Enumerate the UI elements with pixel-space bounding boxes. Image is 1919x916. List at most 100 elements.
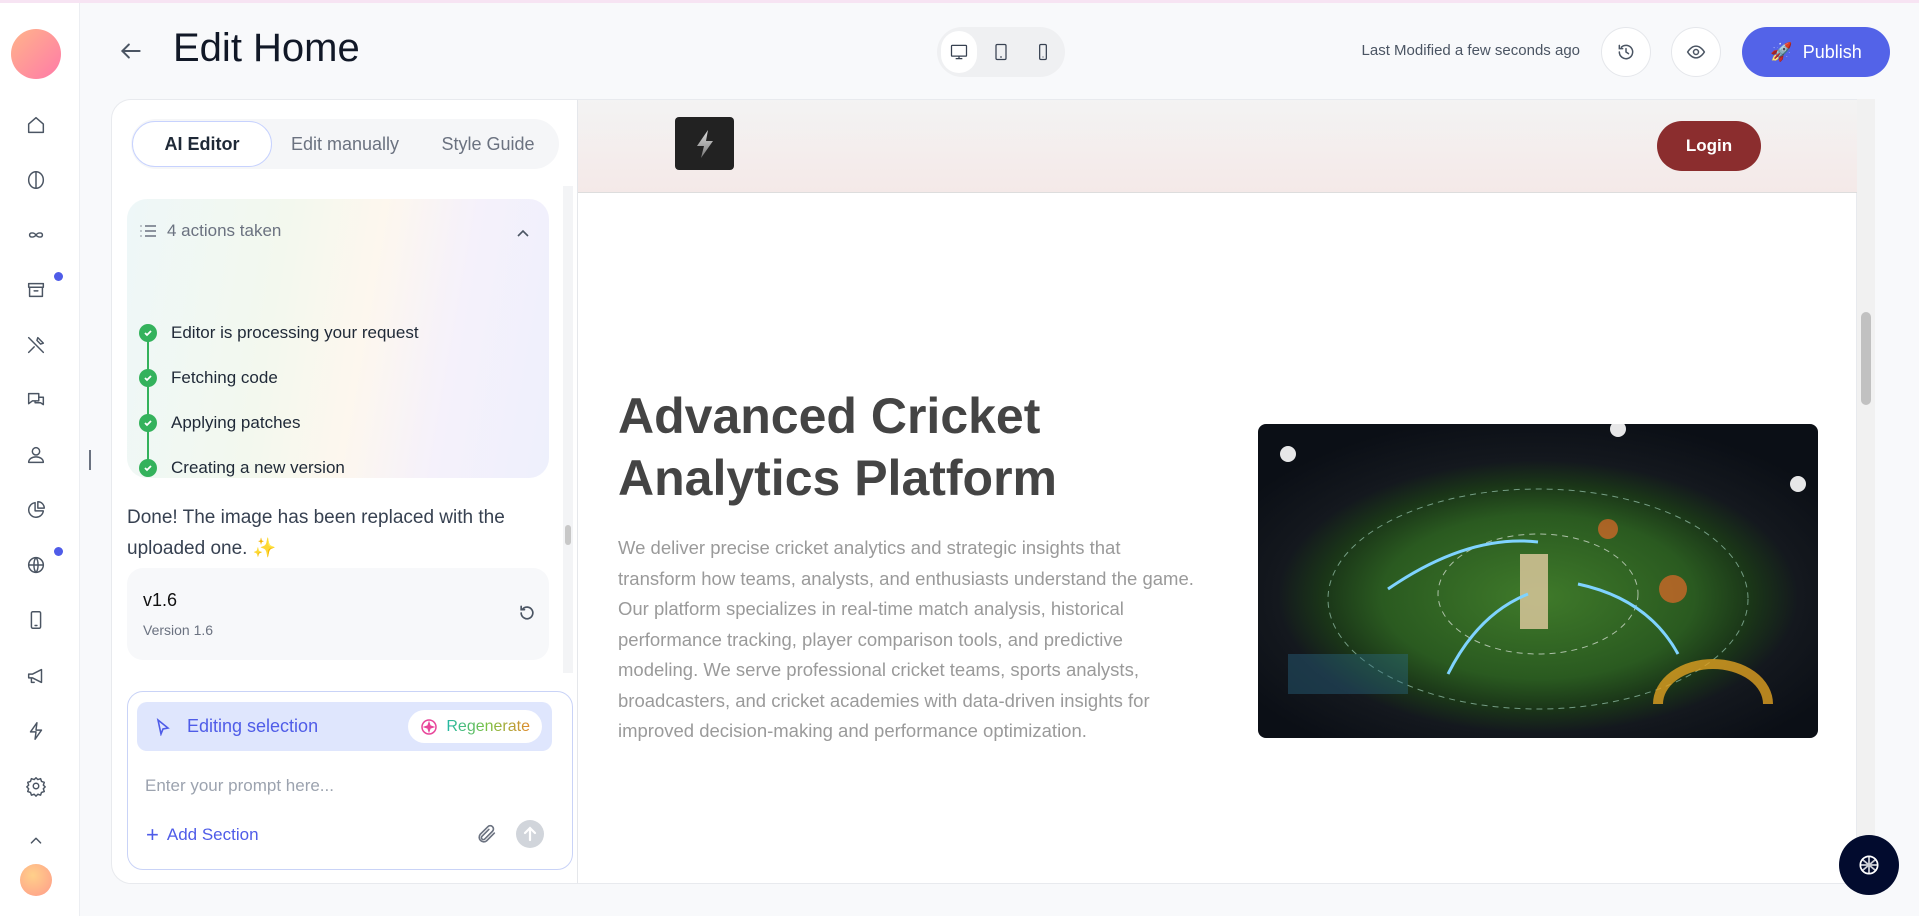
regenerate-button[interactable]: Regenerate xyxy=(408,710,542,743)
step-label: Editor is processing your request xyxy=(171,323,419,342)
user-icon xyxy=(27,446,45,464)
send-button[interactable] xyxy=(516,820,544,848)
sidebar-item-chat[interactable] xyxy=(22,386,50,414)
actions-header[interactable]: 4 actions taken xyxy=(139,221,281,241)
archive-icon xyxy=(27,282,45,298)
desktop-icon xyxy=(950,44,968,60)
version-subtitle: Version 1.6 xyxy=(143,622,214,638)
back-arrow-icon[interactable] xyxy=(118,38,144,64)
sidebar-item-settings[interactable] xyxy=(22,772,50,800)
sidebar-item-megaphone[interactable] xyxy=(22,662,50,690)
mobile-view-button[interactable] xyxy=(1025,31,1061,73)
assistant-message: Done! The image has been replaced with t… xyxy=(127,507,505,559)
panel-resize-handle[interactable] xyxy=(89,450,91,470)
paperclip-icon[interactable] xyxy=(476,823,498,845)
pie-chart-icon xyxy=(28,501,45,518)
notification-badge xyxy=(54,272,63,281)
hero-description: We deliver precise cricket analytics and… xyxy=(618,537,1194,741)
rocket-icon: 🚀 xyxy=(1770,41,1793,62)
preview-navbar: Login xyxy=(578,100,1858,193)
site-logo[interactable] xyxy=(675,117,734,170)
sidebar-item-chevron-up[interactable] xyxy=(22,827,50,855)
sidebar-item-tools[interactable] xyxy=(22,331,50,359)
plus-icon: + xyxy=(146,822,159,847)
editor-tabs: AI Editor Edit manually Style Guide xyxy=(131,119,559,169)
tablet-icon xyxy=(995,43,1007,61)
last-modified-text: Last Modified a few seconds ago xyxy=(1361,42,1580,59)
hero-image[interactable] xyxy=(1258,424,1818,738)
prompt-composer: Editing selection Regenerate + Add Sectio… xyxy=(127,691,573,870)
brain-icon xyxy=(27,171,45,189)
add-section-button[interactable]: + Add Section xyxy=(146,822,259,848)
check-icon xyxy=(139,459,157,477)
publish-button[interactable]: 🚀 Publish xyxy=(1742,27,1890,77)
check-icon xyxy=(139,369,157,387)
hero-title: Advanced Cricket Analytics Platform xyxy=(618,388,1058,506)
panel-scrollbar-thumb[interactable] xyxy=(565,525,571,545)
tab-style-guide[interactable]: Style Guide xyxy=(418,121,558,167)
actions-card: 4 actions taken Editor is processing you… xyxy=(127,199,549,478)
website-preview: Login Advanced Cricket Analytics Platfor… xyxy=(577,99,1858,884)
check-icon xyxy=(139,324,157,342)
sidebar-item-home[interactable] xyxy=(22,111,50,139)
restore-icon[interactable] xyxy=(517,603,537,623)
home-icon xyxy=(27,116,45,134)
step-label: Applying patches xyxy=(171,413,301,432)
sidebar-item-globe[interactable] xyxy=(22,551,50,579)
sidebar-item-brain[interactable] xyxy=(22,166,50,194)
preview-scrollbar-thumb[interactable] xyxy=(1861,312,1871,405)
sidebar-item-infinity[interactable] xyxy=(22,221,50,249)
notification-badge xyxy=(54,547,63,556)
desktop-view-button[interactable] xyxy=(941,31,977,73)
tablet-view-button[interactable] xyxy=(983,31,1019,73)
list-icon xyxy=(140,225,156,237)
arrow-up-icon xyxy=(523,826,537,842)
chevron-up-icon xyxy=(30,837,42,844)
sidebar-item-mobile[interactable] xyxy=(22,606,50,634)
sidebar-item-user[interactable] xyxy=(22,441,50,469)
globe-icon xyxy=(27,556,45,574)
page-title: Edit Home xyxy=(173,26,360,70)
version-name: v1.6 xyxy=(143,590,178,610)
preview-scrollbar[interactable] xyxy=(1857,99,1875,884)
lightning-icon xyxy=(29,722,43,740)
editing-selection-label: Editing selection xyxy=(187,716,319,736)
history-button[interactable] xyxy=(1601,27,1651,77)
step-label: Fetching code xyxy=(171,368,278,387)
tab-ai-editor[interactable]: AI Editor xyxy=(132,121,272,167)
sidebar-item-lightning[interactable] xyxy=(22,717,50,745)
prompt-input[interactable] xyxy=(137,770,557,802)
lightning-icon xyxy=(696,129,713,158)
action-step: Applying patches xyxy=(139,413,300,433)
sidebar-item-pie-chart[interactable] xyxy=(22,496,50,524)
chevron-up-icon[interactable] xyxy=(515,225,531,241)
action-step: Creating a new version xyxy=(139,458,345,478)
openai-icon xyxy=(1859,855,1879,875)
step-label: Creating a new version xyxy=(171,458,345,477)
preview-button[interactable] xyxy=(1671,27,1721,77)
editing-selection-bar: Editing selection Regenerate xyxy=(137,702,552,751)
version-card[interactable]: v1.6 Version 1.6 xyxy=(127,568,549,660)
eye-icon xyxy=(1686,45,1706,59)
regenerate-label: Regenerate xyxy=(446,717,530,735)
device-toggle xyxy=(937,27,1065,77)
ai-editor-panel: AI Editor Edit manually Style Guide 4 ac… xyxy=(111,99,578,884)
check-icon xyxy=(139,414,157,432)
mobile-icon xyxy=(30,611,42,629)
action-step: Fetching code xyxy=(139,368,278,388)
timeline-line xyxy=(147,332,149,467)
megaphone-icon xyxy=(27,668,43,684)
help-widget-button[interactable] xyxy=(1839,835,1899,895)
user-avatar[interactable] xyxy=(20,864,52,896)
app-logo[interactable] xyxy=(11,29,61,79)
cursor-icon xyxy=(156,717,170,736)
tab-edit-manually[interactable]: Edit manually xyxy=(272,121,418,167)
panel-scrollbar[interactable] xyxy=(563,186,573,673)
infinity-icon xyxy=(28,232,44,238)
top-accent-line xyxy=(0,0,1919,3)
sidebar-item-archive[interactable] xyxy=(22,276,50,304)
login-button[interactable]: Login xyxy=(1657,121,1761,171)
actions-title: 4 actions taken xyxy=(167,221,282,240)
sparkle-refresh-icon xyxy=(421,718,438,735)
action-step: Editor is processing your request xyxy=(139,323,419,343)
